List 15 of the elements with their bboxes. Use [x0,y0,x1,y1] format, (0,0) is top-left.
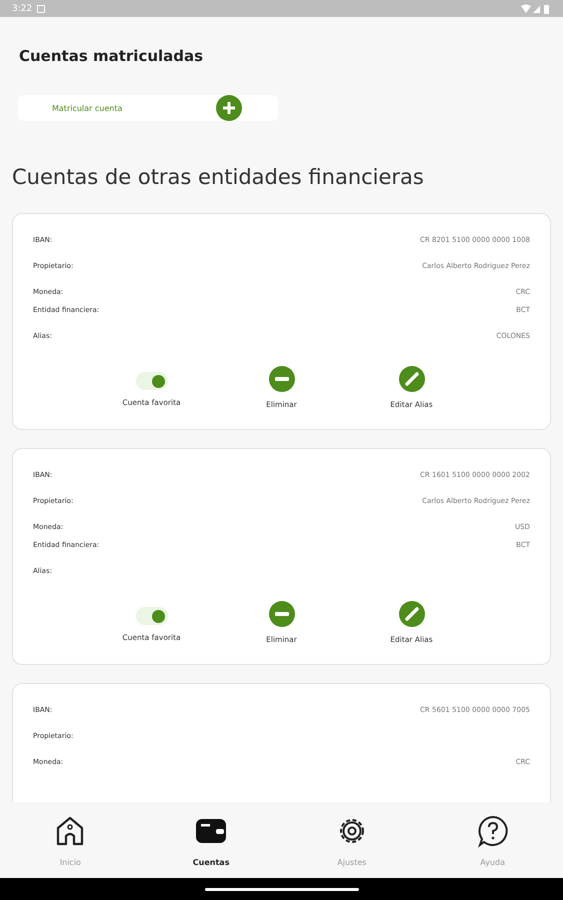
favorite-toggle[interactable] [136,372,168,390]
status-icons [521,4,551,14]
notification-icon [37,4,46,12]
page-title: Cuentas matriculadas [19,47,204,65]
section-title: Cuentas de otras entidades financieras [12,165,425,189]
minus-icon [268,601,294,627]
add-account-button[interactable]: Matricular cuenta [18,95,278,121]
minus-icon [268,366,294,392]
favorite-toggle[interactable] [136,607,168,625]
help-icon [476,814,510,848]
status-time: 3:22 [12,4,32,14]
plus-icon [216,95,242,121]
pencil-icon [398,601,424,627]
nav-tab[interactable]: Cuentas [166,802,256,878]
pencil-icon [398,366,424,392]
